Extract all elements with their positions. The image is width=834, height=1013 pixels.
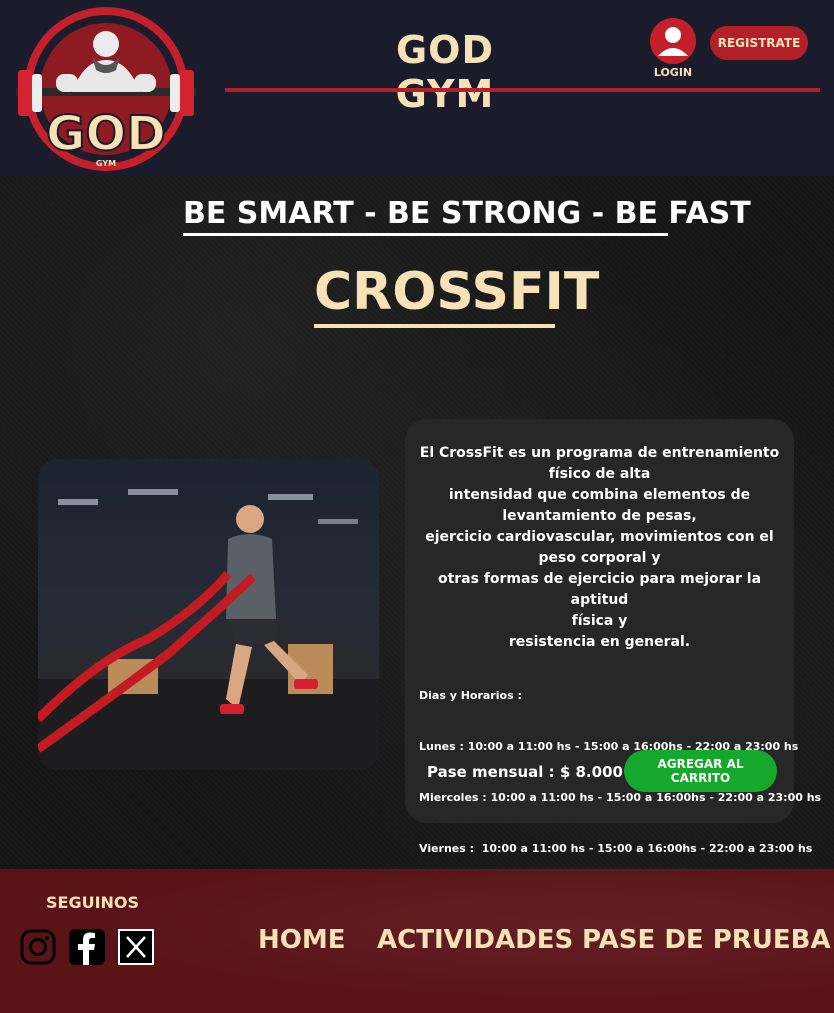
monthly-price: Pase mensual : $ 8.000 — [427, 763, 623, 781]
user-icon — [650, 18, 696, 64]
login-button[interactable]: LOGIN — [649, 18, 697, 80]
description-line: otras formas de ejercicio para mejorar l… — [437, 571, 762, 608]
description-line: física y — [571, 613, 628, 629]
nav-activities[interactable]: ACTIVIDADES — [377, 925, 573, 955]
logo-text: GOD — [46, 106, 166, 162]
add-to-cart-button[interactable]: AGREGAR AL CARRITO — [624, 750, 777, 792]
activity-info-card: El CrossFit es un programa de entrenamie… — [405, 419, 821, 855]
description-line: El CrossFit es un programa de entrenamie… — [419, 445, 780, 461]
description-line: resistencia en general. — [508, 634, 691, 650]
site-title: GOD GYM — [395, 28, 495, 116]
activity-description: El CrossFit es un programa de entrenamie… — [417, 443, 782, 653]
register-button[interactable]: REGISTRATE — [710, 26, 808, 60]
description-line: ejercicio cardiovascular, movimientos co… — [425, 529, 774, 545]
facebook-icon[interactable] — [69, 929, 105, 965]
crossfit-photo — [38, 459, 379, 770]
slogan: BE SMART - BE STRONG - BE FAST — [183, 196, 751, 236]
page-title: CROSSFIT — [314, 260, 599, 328]
description-line: levantamiento de pesas, — [502, 508, 697, 524]
logo-subtext: GYM — [96, 159, 116, 168]
title-divider — [225, 88, 820, 92]
site-footer: SEGUINOS HOME ACTIVIDADES PASE DE PRUEBA — [0, 869, 834, 1013]
nav-home[interactable]: HOME — [258, 925, 346, 955]
instagram-icon[interactable] — [20, 929, 56, 965]
schedule-title: Dias y Horarios : — [419, 689, 522, 702]
description-line: intensidad que combina elementos de — [448, 487, 751, 503]
god-gym-logo[interactable]: GOD GYM — [12, 4, 200, 174]
main-content: BE SMART - BE STRONG - BE FAST CROSSFIT — [0, 176, 834, 869]
description-line: peso corporal y — [538, 550, 661, 566]
follow-label: SEGUINOS — [46, 893, 140, 912]
description-line: físico de alta — [548, 466, 651, 482]
schedule-row: Viernes : 10:00 a 11:00 hs - 15:00 a 16:… — [419, 842, 813, 855]
site-header: GOD GYM GOD GYM LOGIN REGISTRATE — [0, 0, 834, 176]
x-icon[interactable] — [118, 929, 154, 965]
login-label: LOGIN — [653, 66, 693, 79]
nav-trial-pass[interactable]: PASE DE PRUEBA — [582, 925, 831, 955]
